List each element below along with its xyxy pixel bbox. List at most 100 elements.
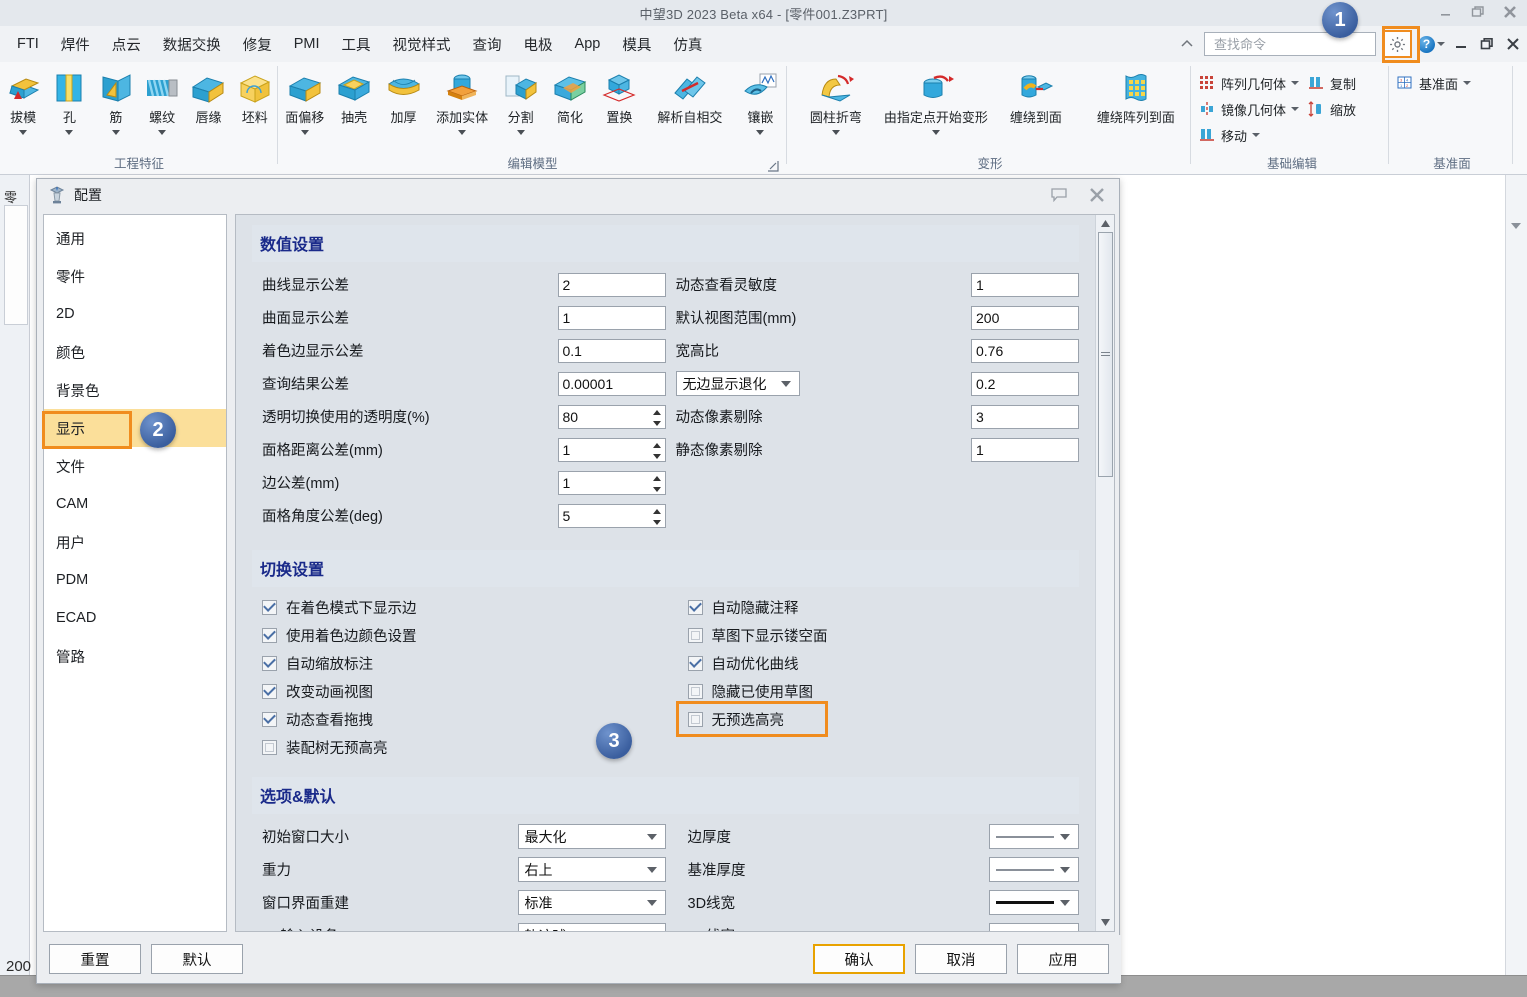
ribbon-button-thread[interactable]: 螺纹 [139, 66, 185, 135]
checkbox-auto-scale-annotation[interactable]: 自动缩放标注 [252, 649, 666, 677]
spinner-down-icon[interactable] [652, 420, 661, 426]
chevron-down-icon[interactable] [1291, 81, 1300, 85]
spinner-arrows[interactable] [650, 473, 664, 495]
window-ui-rebuild-combo[interactable]: 标准 [517, 890, 666, 915]
dialog-comment-icon[interactable] [1051, 187, 1067, 203]
minimize-icon[interactable] [1437, 3, 1455, 21]
checkbox-box[interactable] [262, 683, 277, 699]
app-restore-button[interactable] [1477, 34, 1497, 54]
restore-icon[interactable] [1469, 3, 1487, 21]
edit-model-dialog-launcher-icon[interactable] [767, 159, 779, 172]
ok-button[interactable]: 确认 [813, 944, 905, 974]
ribbon-row-scale[interactable]: 缩放 [1303, 96, 1360, 122]
menu-item-repair[interactable]: 修复 [232, 30, 283, 59]
chevron-down-icon[interactable] [19, 129, 28, 135]
ribbon-button-add-solid[interactable]: 添加实体 [428, 66, 496, 135]
gravity-combo[interactable]: 右上 [517, 857, 666, 882]
scroll-track[interactable] [1097, 232, 1114, 914]
field-spinner-input[interactable]: 1 [557, 470, 666, 495]
menu-item-inquire[interactable]: 查询 [462, 30, 513, 59]
chevron-down-icon[interactable] [1060, 866, 1070, 873]
right-strip-chevron-icon[interactable] [1511, 223, 1521, 229]
menu-item-simulation[interactable]: 仿真 [662, 30, 713, 59]
app-close-button[interactable] [1503, 34, 1523, 54]
chevron-down-icon[interactable] [780, 380, 791, 387]
manager-tree-panel[interactable] [4, 205, 28, 325]
chevron-down-icon[interactable] [1463, 81, 1472, 85]
menu-item-data-exchange[interactable]: 数据交换 [152, 30, 232, 59]
checkbox-box[interactable] [687, 627, 703, 643]
settings-gear-button[interactable] [1382, 30, 1412, 58]
ribbon-button-wrap-to-face[interactable]: 缠绕到面 [990, 66, 1082, 135]
collapse-ribbon-icon[interactable] [1176, 33, 1198, 55]
nav-item-cam[interactable]: CAM [44, 485, 226, 523]
line-width-2d-combo[interactable] [989, 923, 1079, 931]
field-input[interactable]: 3 [971, 404, 1079, 429]
spinner-arrows[interactable] [650, 407, 664, 429]
ribbon-button-cylindrical-bend[interactable]: 圆柱折弯 [790, 66, 882, 135]
apply-button[interactable]: 应用 [1017, 944, 1109, 974]
datum-thickness-combo[interactable] [989, 857, 1079, 882]
default-button[interactable]: 默认 [151, 944, 243, 974]
chevron-down-icon[interactable] [158, 129, 167, 135]
line-width-3d-combo[interactable] [989, 890, 1079, 915]
input-device-combo[interactable]: 轨迹球 [517, 923, 666, 931]
checkbox-box[interactable] [687, 683, 703, 699]
ribbon-button-hole[interactable]: 孔 [46, 66, 92, 135]
scroll-down-button[interactable] [1096, 914, 1114, 931]
checkbox-hide-used-sketch[interactable]: 隐藏已使用草图 [678, 677, 1080, 705]
menu-item-app[interactable]: App [564, 32, 612, 56]
checkbox-animate-view-change[interactable]: 改变动画视图 [252, 677, 666, 705]
ribbon-button-draft[interactable]: 拔模 [0, 66, 46, 135]
menu-item-mold[interactable]: 模具 [611, 30, 662, 59]
dialog-nav-list[interactable]: 通用 零件 2D 颜色 背景色 显示 文件 CAM 用户 PDM ECAD 管路 [43, 214, 227, 932]
ribbon-button-replace[interactable]: 置换 [595, 66, 644, 135]
checkbox-box[interactable] [687, 711, 703, 727]
nav-item-general[interactable]: 通用 [44, 219, 226, 257]
spinner-down-icon[interactable] [652, 519, 661, 525]
app-minimize-button[interactable] [1451, 34, 1471, 54]
chevron-down-icon[interactable] [516, 129, 525, 135]
field-input[interactable]: 1 [971, 437, 1079, 462]
chevron-down-icon[interactable] [1060, 899, 1070, 906]
ribbon-button-resolve-self-intersection[interactable]: 解析自相交 [644, 66, 735, 135]
field-input[interactable]: 1 [971, 272, 1079, 297]
ribbon-row-datum-plane[interactable]: 3 4 1 2 基准面 [1392, 70, 1512, 96]
chevron-down-icon[interactable] [646, 866, 657, 873]
chevron-down-icon[interactable] [458, 129, 467, 135]
checkbox-auto-optimize-curve[interactable]: 自动优化曲线 [678, 649, 1080, 677]
checkbox-show-hollow-face-in-sketch[interactable]: 草图下显示镂空面 [678, 621, 1080, 649]
field-spinner-input[interactable]: 80 [557, 404, 666, 429]
ribbon-button-inlay[interactable]: 镶嵌 [736, 66, 785, 135]
help-button[interactable]: ? [1418, 35, 1445, 53]
field-spinner-input[interactable]: 1 [557, 437, 666, 462]
initial-window-size-combo[interactable]: 最大化 [517, 824, 666, 849]
checkbox-use-shaded-edge-color[interactable]: 使用着色边颜色设置 [252, 621, 666, 649]
chevron-down-icon[interactable] [646, 899, 657, 906]
chevron-down-icon[interactable] [1252, 133, 1261, 137]
help-dropdown-caret-icon[interactable] [1437, 42, 1445, 46]
search-input[interactable] [1212, 35, 1392, 53]
edge-thickness-combo[interactable] [989, 824, 1079, 849]
nav-item-part[interactable]: 零件 [44, 257, 226, 295]
menu-item-electrode[interactable]: 电极 [513, 30, 564, 59]
cancel-button[interactable]: 取消 [915, 944, 1007, 974]
nav-item-color[interactable]: 颜色 [44, 333, 226, 371]
nav-item-file[interactable]: 文件 [44, 447, 226, 485]
field-input[interactable]: 1 [557, 305, 666, 330]
spinner-arrows[interactable] [650, 440, 664, 462]
nav-item-2d[interactable]: 2D [44, 295, 226, 333]
checkbox-box[interactable] [262, 655, 277, 671]
dialog-close-icon[interactable] [1089, 187, 1105, 203]
menu-item-fti[interactable]: FTI [6, 32, 50, 56]
checkbox-box[interactable] [687, 655, 703, 671]
scroll-thumb[interactable] [1097, 232, 1113, 477]
checkbox-no-preselect-highlight[interactable]: 无预选高亮 [675, 701, 1080, 737]
field-input[interactable]: 0.76 [971, 338, 1079, 363]
nav-item-display[interactable]: 显示 [44, 409, 226, 447]
ribbon-button-rib[interactable]: 筋 [93, 66, 139, 135]
ribbon-row-pattern-geometry[interactable]: 阵列几何体 [1194, 70, 1303, 96]
ribbon-button-shell[interactable]: 抽壳 [329, 66, 378, 135]
chevron-down-icon[interactable] [1291, 107, 1300, 111]
chevron-down-icon[interactable] [1060, 833, 1070, 840]
